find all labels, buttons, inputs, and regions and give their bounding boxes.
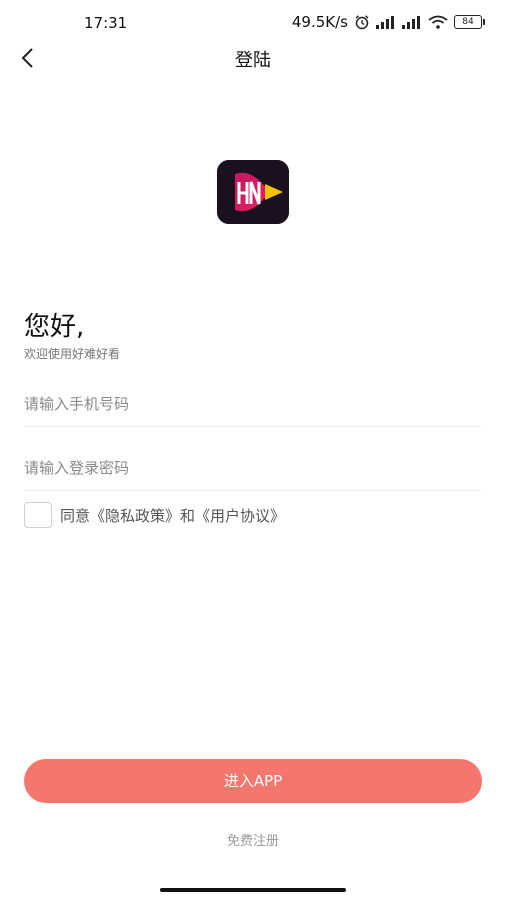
status-bar: 17:31 49.5K/s 84 — [0, 0, 506, 44]
home-indicator[interactable] — [160, 888, 346, 892]
agreement-text[interactable]: 同意《隐私政策》和《用户协议》 — [60, 505, 285, 526]
register-link[interactable]: 免费注册 — [0, 830, 506, 849]
network-speed: 49.5K/s — [291, 13, 348, 31]
signal-icon — [376, 16, 394, 29]
wifi-icon — [428, 15, 448, 29]
page-title: 登陆 — [235, 50, 271, 71]
app-logo-icon — [217, 160, 289, 224]
password-input[interactable] — [24, 446, 482, 491]
signal-hd-icon — [402, 16, 420, 29]
enter-app-button[interactable]: 进入APP — [24, 759, 482, 803]
greeting-title: 您好, — [24, 312, 85, 342]
agreement-row: 同意《隐私政策》和《用户协议》 — [24, 501, 285, 529]
greeting-subtitle: 欢迎使用好难好看 — [24, 347, 121, 361]
agreement-checkbox[interactable] — [24, 502, 52, 528]
nav-bar: 登陆 — [0, 40, 506, 76]
status-icons: 49.5K/s 84 — [291, 12, 485, 32]
app-logo — [217, 160, 289, 224]
status-time: 17:31 — [84, 14, 128, 32]
phone-input[interactable] — [24, 382, 482, 427]
battery-icon: 84 — [454, 15, 485, 29]
alarm-icon — [355, 15, 369, 30]
